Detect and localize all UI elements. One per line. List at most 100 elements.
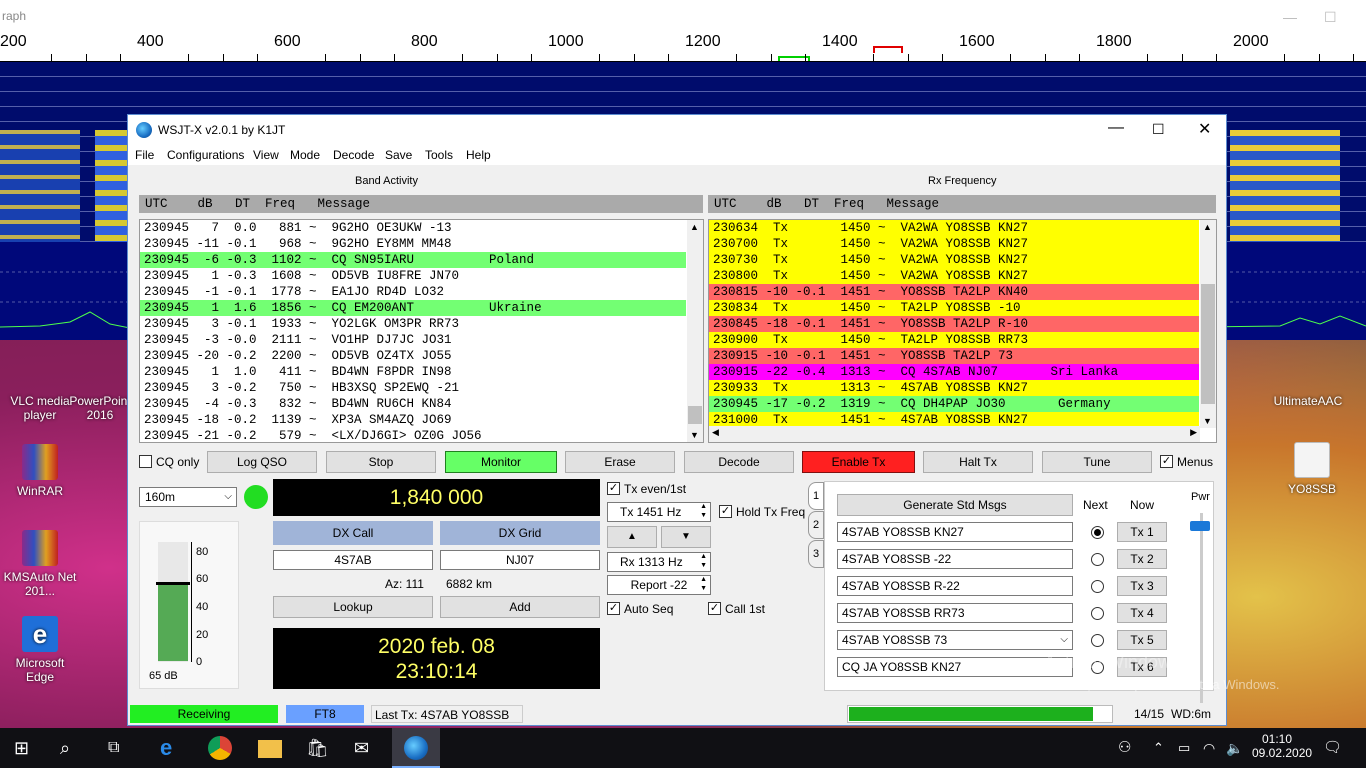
tx3-message-input[interactable]: 4S7AB YO8SSB R-22 xyxy=(837,576,1073,596)
desktop-icon-winrar[interactable]: WinRAR xyxy=(0,444,80,498)
tx5-message-select[interactable]: 4S7AB YO8SSB 73 ⌵ xyxy=(837,630,1073,650)
tx5-next-radio[interactable] xyxy=(1091,634,1104,647)
scroll-down-icon[interactable]: ▼ xyxy=(1203,416,1212,426)
tab-3[interactable]: 3 xyxy=(808,540,824,568)
tx1-next-radio[interactable] xyxy=(1091,526,1104,539)
decode-row[interactable]: 230945 3 -0.1 1933 ~ YO2LGK OM3PR RR73 xyxy=(140,316,686,332)
decode-row[interactable]: 230634 Tx 1450 ~ VA2WA YO8SSB KN27 xyxy=(709,220,1199,236)
decode-row[interactable]: 230834 Tx 1450 ~ TA2LP YO8SSB -10 xyxy=(709,300,1199,316)
close-icon[interactable]: ✕ xyxy=(1198,119,1211,139)
menu-mode[interactable]: Mode xyxy=(290,148,320,162)
frequency-scale[interactable]: 200 400 600 800 1000 1200 1400 1600 1800 2000 xyxy=(0,32,1366,62)
auto-seq-checkbox[interactable]: ✓ xyxy=(607,602,620,615)
menu-save[interactable]: Save xyxy=(385,148,412,162)
monitor-button[interactable]: Monitor xyxy=(445,451,557,473)
menu-tools[interactable]: Tools xyxy=(425,148,453,162)
desktop-icon-powerpoint[interactable]: PowerPoint 2016 xyxy=(68,394,132,422)
menu-configurations[interactable]: Configurations xyxy=(167,148,244,162)
generate-std-msgs-button[interactable]: Generate Std Msgs xyxy=(837,494,1073,516)
chrome-icon[interactable] xyxy=(208,736,232,760)
decode-row[interactable]: 230945 -6 -0.3 1102 ~ CQ SN95IARU Poland xyxy=(140,252,686,268)
menus-checkbox[interactable]: ✓ xyxy=(1160,455,1173,468)
decode-button[interactable]: Decode xyxy=(684,451,794,473)
tab-1[interactable]: 1 xyxy=(808,482,824,510)
decode-row[interactable]: 230933 Tx 1313 ~ 4S7AB YO8SSB KN27 xyxy=(709,380,1199,396)
decode-row[interactable]: 230945 -3 -0.0 2111 ~ VO1HP DJ7JC JO31 xyxy=(140,332,686,348)
wifi-icon[interactable]: ◠ xyxy=(1203,736,1227,760)
erase-button[interactable]: Erase xyxy=(565,451,675,473)
people-icon[interactable]: ⚇ xyxy=(1118,736,1142,760)
menu-decode[interactable]: Decode xyxy=(333,148,374,162)
dx-grid-input[interactable]: NJ07 xyxy=(440,550,600,570)
scroll-left-icon[interactable]: ◀ xyxy=(712,427,719,438)
decode-row[interactable]: 230945 -11 -0.1 968 ~ 9G2HO EY8MM MM48 xyxy=(140,236,686,252)
notifications-icon[interactable]: 🗨 xyxy=(1323,736,1347,760)
arrow-down-button[interactable]: ▼ xyxy=(661,526,711,548)
decode-row[interactable]: 230945 1 1.0 411 ~ BD4WN F8PDR IN98 xyxy=(140,364,686,380)
menu-file[interactable]: File xyxy=(135,148,154,162)
report-spinbox[interactable]: Report -22 ▲ ▼ xyxy=(607,575,711,595)
menu-view[interactable]: View xyxy=(253,148,279,162)
edge-taskbar-icon[interactable]: e xyxy=(160,736,184,760)
clock[interactable]: 01:10 09.02.2020 xyxy=(1252,732,1312,760)
desktop-icon-yo8ssb[interactable]: YO8SSB xyxy=(1272,442,1352,496)
scroll-thumb[interactable] xyxy=(1201,284,1215,404)
decode-row[interactable]: 230915 -22 -0.4 1313 ~ CQ 4S7AB NJ07 Sri… xyxy=(709,364,1199,380)
tx-even-checkbox[interactable]: ✓ xyxy=(607,482,620,495)
tx2-now-button[interactable]: Tx 2 xyxy=(1117,549,1167,569)
tx5-now-button[interactable]: Tx 5 xyxy=(1117,630,1167,650)
decode-row[interactable]: 230730 Tx 1450 ~ VA2WA YO8SSB KN27 xyxy=(709,252,1199,268)
windows-start-icon[interactable]: ⊞ xyxy=(14,736,38,760)
maximize-icon[interactable]: ☐ xyxy=(1324,9,1337,26)
hold-tx-freq-checkbox[interactable]: ✓ xyxy=(719,505,732,518)
band-activity-list[interactable]: 230945 7 0.0 881 ~ 9G2HO OE3UKW -13 23094… xyxy=(139,219,704,443)
tx3-next-radio[interactable] xyxy=(1091,580,1104,593)
task-view-icon[interactable]: ⧉ xyxy=(108,736,132,760)
decode-row[interactable]: 230900 Tx 1450 ~ TA2LP YO8SSB RR73 xyxy=(709,332,1199,348)
desktop-icon-ultimateaac[interactable]: UltimateAAC xyxy=(1268,394,1348,408)
scroll-down-icon[interactable]: ▼ xyxy=(690,430,699,440)
tx6-message-input[interactable]: CQ JA YO8SSB KN27 xyxy=(837,657,1073,677)
vertical-scrollbar[interactable]: ▲ ▼ xyxy=(1200,220,1216,428)
tx2-next-radio[interactable] xyxy=(1091,553,1104,566)
tx3-now-button[interactable]: Tx 3 xyxy=(1117,576,1167,596)
scroll-up-icon[interactable]: ▲ xyxy=(1203,222,1212,232)
horizontal-scrollbar[interactable]: ◀ ▶ xyxy=(709,426,1200,442)
store-icon[interactable]: 🛍 xyxy=(306,736,330,760)
call-1st-checkbox[interactable]: ✓ xyxy=(708,602,721,615)
tx4-message-input[interactable]: 4S7AB YO8SSB RR73 xyxy=(837,603,1073,623)
decode-row[interactable]: 230945 -17 -0.2 1319 ~ CQ DH4PAP JO30 Ge… xyxy=(709,396,1199,412)
volume-icon[interactable]: 🔈 xyxy=(1226,736,1250,760)
pwr-slider-track[interactable] xyxy=(1200,513,1203,703)
enable-tx-button[interactable]: Enable Tx xyxy=(802,451,915,473)
mail-icon[interactable]: ✉ xyxy=(354,736,378,760)
scroll-thumb[interactable] xyxy=(688,406,702,424)
maximize-icon[interactable]: ☐ xyxy=(1152,121,1165,138)
minimize-icon[interactable]: — xyxy=(1283,9,1297,25)
lookup-button[interactable]: Lookup xyxy=(273,596,433,618)
network-icon[interactable]: ▭ xyxy=(1178,736,1202,760)
tx4-next-radio[interactable] xyxy=(1091,607,1104,620)
decode-row[interactable]: 230945 1 1.6 1856 ~ CQ EM200ANT Ukraine xyxy=(140,300,686,316)
pwr-slider-handle[interactable] xyxy=(1190,521,1210,531)
tx4-now-button[interactable]: Tx 4 xyxy=(1117,603,1167,623)
stop-button[interactable]: Stop xyxy=(326,451,436,473)
tune-button[interactable]: Tune xyxy=(1042,451,1152,473)
spin-arrows-icon[interactable]: ▲ ▼ xyxy=(700,575,707,593)
file-explorer-icon[interactable] xyxy=(258,740,282,758)
spin-arrows-icon[interactable]: ▲ ▼ xyxy=(700,552,707,570)
decode-row[interactable]: 230945 -21 -0.2 579 ~ <LX/DJ6GI> OZ0G JO… xyxy=(140,428,686,442)
tx2-message-input[interactable]: 4S7AB YO8SSB -22 xyxy=(837,549,1073,569)
scroll-up-icon[interactable]: ▲ xyxy=(690,222,699,232)
decode-row[interactable]: 230945 -1 -0.1 1778 ~ EA1JO RD4D LO32 xyxy=(140,284,686,300)
log-qso-button[interactable]: Log QSO xyxy=(207,451,317,473)
cq-only-checkbox[interactable] xyxy=(139,455,152,468)
decode-row[interactable]: 230845 -18 -0.1 1451 ~ YO8SSB TA2LP R-10 xyxy=(709,316,1199,332)
chevron-up-icon[interactable]: ⌃ xyxy=(1153,736,1177,760)
desktop-icon-edge[interactable]: e Microsoft Edge xyxy=(0,616,80,684)
vertical-scrollbar[interactable]: ▲ ▼ xyxy=(687,220,703,442)
rx-frequency-spinbox[interactable]: Rx 1313 Hz ▲ ▼ xyxy=(607,552,711,572)
decode-row[interactable]: 230945 7 0.0 881 ~ 9G2HO OE3UKW -13 xyxy=(140,220,686,236)
dx-call-input[interactable]: 4S7AB xyxy=(273,550,433,570)
decode-row[interactable]: 230945 -4 -0.3 832 ~ BD4WN RU6CH KN84 xyxy=(140,396,686,412)
